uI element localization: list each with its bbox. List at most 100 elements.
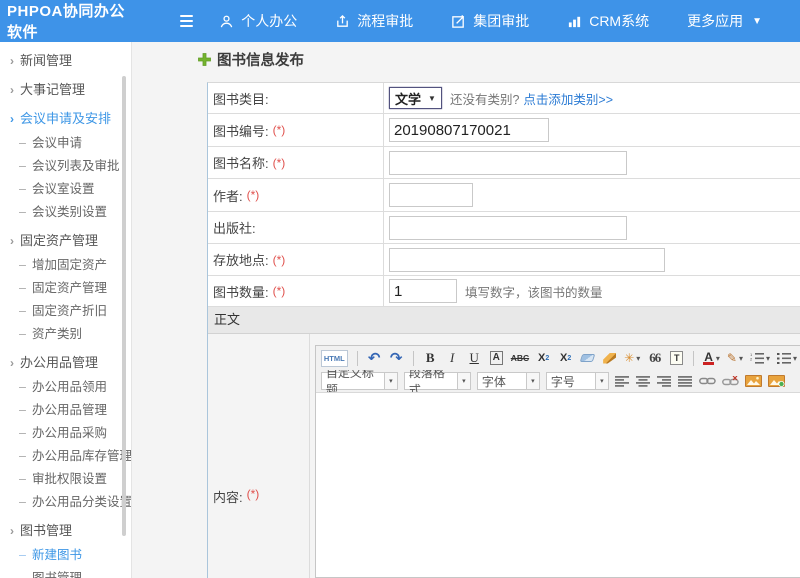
select-caret-icon: ▼ xyxy=(428,94,436,103)
italic-button[interactable]: I xyxy=(445,350,460,367)
add-category-link[interactable]: 点击添加类别>> xyxy=(523,89,613,108)
html-source-button[interactable]: HTML xyxy=(321,350,348,367)
dash-icon: – xyxy=(19,426,26,440)
font-style-button[interactable]: A xyxy=(490,351,503,365)
chevron-right-icon: › xyxy=(10,524,14,538)
chevron-right-icon: › xyxy=(10,356,14,370)
author-input[interactable] xyxy=(389,183,473,207)
dash-icon: – xyxy=(19,281,26,295)
editor-content[interactable] xyxy=(316,393,800,577)
nav-group-approval[interactable]: 集团审批 xyxy=(451,11,529,31)
font-family-dropdown[interactable]: 字体▾ xyxy=(477,372,540,390)
sidebar-item-fixed-asset-depreciation[interactable]: –固定资产折旧 xyxy=(0,300,131,323)
font-color-button[interactable]: A▾ xyxy=(703,350,720,367)
location-input[interactable] xyxy=(389,248,665,272)
required-mark: (*) xyxy=(273,284,286,298)
insert-link-button[interactable] xyxy=(699,373,716,390)
superscript-button[interactable]: X2 xyxy=(536,350,551,367)
sidebar-item-add-fixed-asset[interactable]: –增加固定资产 xyxy=(0,254,131,277)
plus-icon xyxy=(198,53,211,66)
sidebar-item-meeting-list-approval[interactable]: –会议列表及审批 xyxy=(0,155,131,178)
sidebar-item-fixed-assets[interactable]: ›固定资产管理 xyxy=(0,229,131,253)
process-approval-icon xyxy=(335,14,350,29)
sidebar-item-label: 固定资产管理 xyxy=(32,281,107,295)
nav-process-approval[interactable]: 流程审批 xyxy=(335,11,413,31)
sidebar-item-meeting-apply[interactable]: –会议申请 xyxy=(0,132,131,155)
sidebar-item-supplies-category-settings[interactable]: –办公用品分类设置 xyxy=(0,491,131,514)
quantity-input[interactable] xyxy=(389,279,457,303)
nav-personal-office[interactable]: 个人办公 xyxy=(219,11,297,31)
sidebar-item-label: 办公用品采购 xyxy=(32,426,107,440)
align-right-icon xyxy=(657,376,672,387)
topbar: PHPOA协同办公软件 个人办公 流程审批 集团审批 CRM系统 更多应用 ▼ xyxy=(0,0,800,42)
paste-text-icon: T xyxy=(670,351,684,365)
sidebar-item-book-management[interactable]: ›图书管理 xyxy=(0,519,131,543)
sidebar-item-office-supplies[interactable]: ›办公用品管理 xyxy=(0,351,131,375)
highlight-pen-icon: ✎ xyxy=(727,351,737,365)
nav-more-apps[interactable]: 更多应用 ▼ xyxy=(687,11,762,31)
sidebar-item-asset-category[interactable]: –资产类别 xyxy=(0,323,131,346)
chevron-right-icon: › xyxy=(10,112,14,126)
sidebar-item-meeting-room-settings[interactable]: –会议室设置 xyxy=(0,178,131,201)
align-left-icon xyxy=(615,376,630,387)
highlight-color-button[interactable]: ✎▾ xyxy=(727,350,743,367)
editor-toolbar-row2: 自定义标题▾ 段落格式▾ 字体▾ 字号▾ xyxy=(316,370,800,393)
blockquote-button[interactable]: 66 xyxy=(647,350,662,367)
insert-image-upload-button[interactable] xyxy=(768,373,785,390)
sidebar-item-supplies-management[interactable]: –办公用品管理 xyxy=(0,399,131,422)
category-select[interactable]: 文学 ▼ xyxy=(389,87,442,109)
ordered-list-icon: 12 xyxy=(750,352,764,364)
sidebar-item-meeting-category-settings[interactable]: –会议类别设置 xyxy=(0,201,131,224)
eraser-button[interactable] xyxy=(580,350,595,367)
align-right-button[interactable] xyxy=(657,373,672,390)
unordered-list-button[interactable]: ▾ xyxy=(777,350,797,367)
nav-crm-system[interactable]: CRM系统 xyxy=(567,11,649,31)
unlink-icon xyxy=(722,376,739,387)
bold-button[interactable]: B xyxy=(423,350,438,367)
redo-button[interactable]: ↷ xyxy=(389,350,404,367)
sidebar-item-approval-permission-settings[interactable]: –审批权限设置 xyxy=(0,468,131,491)
book-number-input[interactable] xyxy=(389,118,549,142)
hamburger-menu-icon[interactable] xyxy=(180,15,193,27)
underline-button[interactable]: U xyxy=(467,350,482,367)
sidebar-item-supplies-inventory[interactable]: –办公用品库存管理 xyxy=(0,445,131,468)
sidebar-item-label: 大事记管理 xyxy=(20,82,85,97)
custom-title-dropdown[interactable]: 自定义标题▾ xyxy=(321,372,398,390)
format-painter-button[interactable]: ✳▾ xyxy=(624,350,640,367)
sidebar-item-label: 增加固定资产 xyxy=(32,258,107,272)
font-size-dropdown[interactable]: 字号▾ xyxy=(546,372,609,390)
remove-link-button[interactable] xyxy=(722,373,739,390)
sidebar-scrollbar[interactable] xyxy=(122,76,126,536)
format-clean-button[interactable] xyxy=(602,350,617,367)
paragraph-format-dropdown[interactable]: 段落格式▾ xyxy=(404,372,471,390)
sidebar-item-supplies-purchase[interactable]: –办公用品采购 xyxy=(0,422,131,445)
align-center-button[interactable] xyxy=(636,373,651,390)
align-justify-button[interactable] xyxy=(678,373,693,390)
undo-button[interactable]: ↶ xyxy=(367,350,382,367)
align-left-button[interactable] xyxy=(615,373,630,390)
nav-label: 流程审批 xyxy=(357,11,413,31)
sidebar-item-new-book[interactable]: –新建图书 xyxy=(0,544,131,567)
insert-image-button[interactable] xyxy=(745,373,762,390)
sidebar-item-label: 新建图书 xyxy=(32,548,82,562)
sidebar-item-news-management[interactable]: ›新闻管理 xyxy=(0,49,131,73)
sidebar-item-events-management[interactable]: ›大事记管理 xyxy=(0,78,131,102)
paste-text-button[interactable]: T xyxy=(669,350,684,367)
book-name-input[interactable] xyxy=(389,151,627,175)
sidebar-item-supplies-claim[interactable]: –办公用品领用 xyxy=(0,376,131,399)
subscript-button[interactable]: X2 xyxy=(558,350,573,367)
toolbar-separator xyxy=(357,351,358,366)
book-form: 图书类目: 文学 ▼ 还没有类别? 点击添加类别>> 图书编号:(*) 图书名称… xyxy=(207,82,800,578)
strikethrough-button[interactable]: ABC xyxy=(511,350,529,367)
ordered-list-button[interactable]: 12▾ xyxy=(750,350,770,367)
dash-icon: – xyxy=(19,258,26,272)
image-icon xyxy=(745,375,762,387)
dash-icon: – xyxy=(19,472,26,486)
field-label: 出版社: xyxy=(213,218,256,237)
sidebar-item-book-management-2[interactable]: –图书管理 xyxy=(0,567,131,578)
dropdown-arrow-icon: ▾ xyxy=(716,354,720,363)
main-content: 图书信息发布 图书类目: 文学 ▼ 还没有类别? 点击添加类别>> 图书编号:(… xyxy=(132,42,800,578)
publisher-input[interactable] xyxy=(389,216,627,240)
sidebar-item-fixed-asset-management[interactable]: –固定资产管理 xyxy=(0,277,131,300)
sidebar-item-meeting-application[interactable]: ›会议申请及安排 xyxy=(0,107,131,131)
